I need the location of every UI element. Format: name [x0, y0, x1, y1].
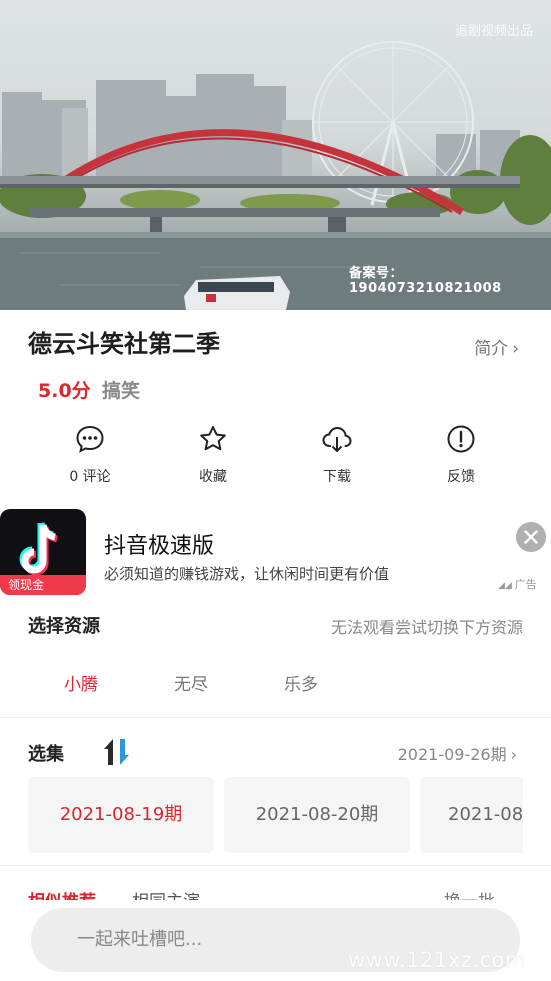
chevron-right-icon: ›: [510, 745, 517, 764]
ad-banner[interactable]: 领现金 抖音极速版 必须知道的赚钱游戏，让休闲时间更有价值: [0, 508, 551, 596]
video-player[interactable]: 追剧视频出品 备案号： 1904073210821008: [0, 0, 551, 310]
source-tab-xiaoteng[interactable]: 小腾: [64, 670, 98, 695]
site-watermark: www.121xz.com: [348, 948, 526, 972]
intro-label: 简介: [474, 339, 509, 359]
close-icon: [524, 530, 538, 544]
download-label: 下载: [323, 469, 351, 485]
episode-list: 2021-08-19期 2021-08-20期 2021-08-21期: [28, 777, 523, 853]
ad-badge: 领现金: [0, 575, 86, 595]
source-tab-leduo[interactable]: 乐多: [284, 670, 318, 695]
ad-tag-label: 广告: [514, 578, 537, 591]
comment-label: 0 评论: [69, 469, 111, 485]
ad-description: 必须知道的赚钱游戏，让休闲时间更有价值: [104, 565, 390, 583]
action-bar: 0 评论 收藏 下载 反馈: [0, 424, 551, 494]
divider: [0, 717, 551, 718]
download-button[interactable]: 下载: [292, 424, 382, 486]
ad-app-logo: 领现金: [0, 509, 86, 595]
intro-button[interactable]: 简介 ›: [474, 334, 519, 359]
favorite-button[interactable]: 收藏: [168, 424, 258, 486]
cloud-download-icon: [322, 426, 352, 452]
comment-button[interactable]: 0 评论: [45, 424, 135, 486]
latest-episode-link[interactable]: 2021-09-26期 ›: [398, 741, 517, 765]
video-watermark: 追剧视频出品: [454, 24, 533, 39]
episode-item[interactable]: 2021-08-21期: [420, 777, 523, 853]
comment-icon: [76, 425, 104, 453]
genre-tag: 搞笑: [102, 380, 141, 402]
ad-close-button[interactable]: [516, 522, 546, 552]
exclamation-icon: [447, 425, 475, 453]
ad-mark-icon: ◢◢: [498, 581, 515, 591]
sort-order-icon[interactable]: [102, 737, 132, 767]
star-icon: [200, 426, 226, 451]
ad-title: 抖音极速版: [104, 534, 215, 559]
feedback-label: 反馈: [447, 469, 475, 485]
source-tab-wujin[interactable]: 无尽: [174, 670, 208, 695]
episode-item[interactable]: 2021-08-19期: [28, 777, 214, 853]
episodes-heading: 选集: [28, 744, 64, 765]
score: 5.0分: [38, 380, 91, 402]
episode-item[interactable]: 2021-08-20期: [224, 777, 410, 853]
chevron-right-icon: ›: [512, 339, 519, 359]
source-hint: 无法观看尝试切换下方资源: [330, 618, 523, 637]
ad-tag: ◢◢ 广告: [498, 576, 537, 592]
record-number: 备案号： 1904073210821008: [349, 266, 502, 296]
show-title: 德云斗笑社第二季: [28, 330, 220, 358]
source-heading: 选择资源: [28, 616, 100, 637]
feedback-button[interactable]: 反馈: [416, 424, 506, 486]
favorite-label: 收藏: [199, 469, 227, 485]
divider: [0, 865, 551, 866]
latest-episode-label: 2021-09-26期: [397, 745, 507, 764]
